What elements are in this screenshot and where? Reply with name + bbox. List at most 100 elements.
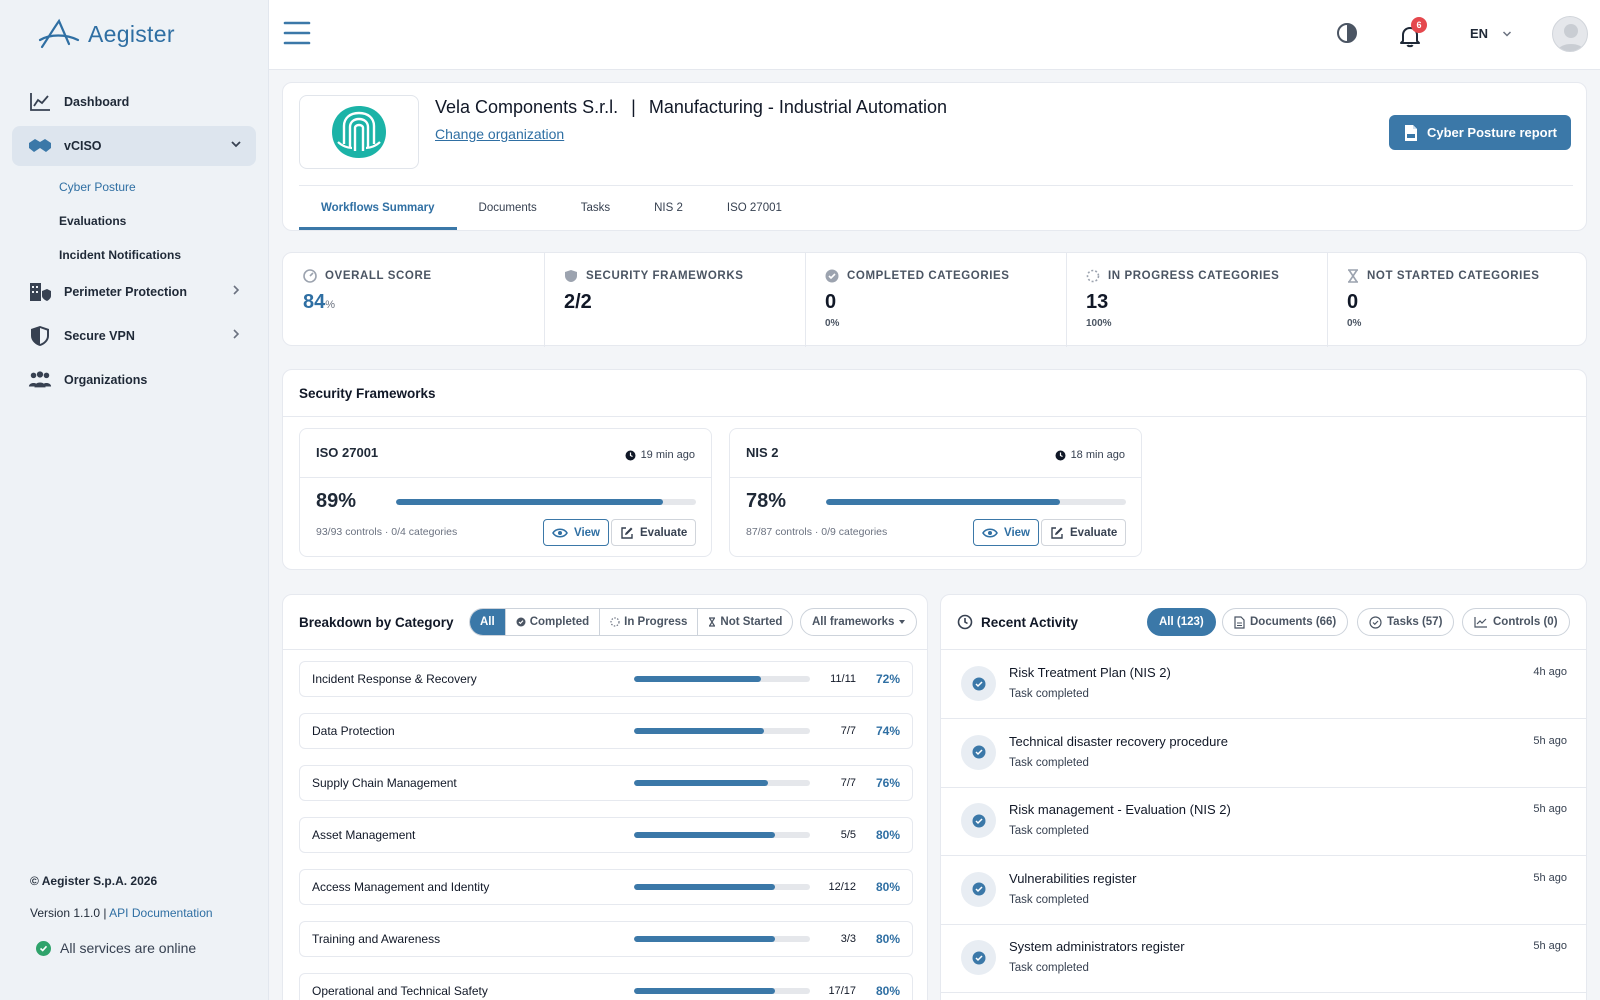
language-select[interactable]: EN — [1470, 26, 1512, 41]
shield-icon — [28, 324, 52, 348]
check-circle-icon — [1369, 615, 1382, 629]
sidebar-item-label: Perimeter Protection — [64, 285, 187, 299]
activity-item[interactable]: Vulnerabilities register Task completed 5h… — [941, 856, 1587, 925]
sidebar-item-vciso[interactable]: vCISO — [12, 126, 256, 166]
change-organization-link[interactable]: Change organization — [435, 126, 564, 142]
filter-label: Controls (0) — [1493, 616, 1558, 628]
filter-label: Completed — [529, 616, 590, 628]
chart-line-icon — [1474, 617, 1487, 628]
sidebar-item-secure-vpn[interactable]: Secure VPN — [12, 316, 256, 356]
category-row[interactable]: Asset Management 5/5 80% — [299, 817, 913, 853]
category-progress-bar — [634, 780, 810, 786]
category-row[interactable]: Access Management and Identity 12/12 80% — [299, 869, 913, 905]
edit-icon — [621, 526, 633, 539]
filter-all[interactable]: All — [470, 609, 506, 635]
organization-card: Vela Components S.r.l. | Manufacturing -… — [282, 82, 1587, 231]
sidebar-subitem-evaluations[interactable]: Evaluations — [59, 214, 126, 228]
sidebar-item-label: Organizations — [64, 373, 148, 387]
stat-subvalue: 0% — [825, 318, 840, 329]
view-button[interactable]: View — [543, 519, 609, 546]
filter-completed[interactable]: Completed — [506, 609, 601, 635]
activity-item[interactable]: Technical disaster recovery procedure Tas… — [941, 719, 1587, 788]
section-title: Recent Activity — [981, 614, 1079, 630]
activity-time: 5h ago — [1533, 803, 1567, 815]
activity-item[interactable]: Risk management - Evaluation (NIS 2) Task… — [941, 787, 1587, 856]
category-name: Supply Chain Management — [312, 776, 457, 790]
chevron-right-icon — [230, 328, 242, 340]
sidebar-item-perimeter-protection[interactable]: Perimeter Protection — [12, 272, 256, 312]
stat-value: 0 — [1347, 291, 1359, 313]
clock-icon — [625, 450, 636, 460]
spinner-icon — [1086, 269, 1100, 283]
api-documentation-link[interactable]: API Documentation — [109, 906, 212, 920]
building-shield-icon — [28, 280, 52, 304]
chart-line-icon — [28, 90, 52, 114]
contrast-icon — [1337, 23, 1357, 43]
category-count: 7/7 — [840, 777, 856, 789]
tab-tasks[interactable]: Tasks — [559, 186, 632, 230]
category-row[interactable]: Supply Chain Management 7/7 76% — [299, 765, 913, 801]
brand-logo[interactable]: Aegister — [38, 18, 175, 50]
category-row[interactable]: Data Protection 7/7 74% — [299, 713, 913, 749]
activity-filter-documents[interactable]: Documents (66) — [1222, 608, 1349, 636]
handshake-icon — [28, 134, 52, 158]
section-title: Security Frameworks — [299, 385, 436, 401]
stat-not-started-categories: NOT STARTED CATEGORIES 0 0% — [1327, 253, 1589, 347]
category-progress-bar — [634, 936, 810, 942]
task-completed-icon — [961, 871, 996, 907]
task-completed-icon — [961, 940, 996, 975]
category-row[interactable]: Incident Response & Recovery 11/11 72% — [299, 661, 913, 697]
category-name: Access Management and Identity — [312, 880, 490, 894]
divider — [283, 416, 1586, 417]
brand-name: Aegister — [88, 20, 175, 47]
aegister-logo-icon — [38, 18, 80, 49]
cyber-posture-report-button[interactable]: Cyber Posture report — [1389, 115, 1571, 150]
stat-value: 0 — [825, 291, 837, 313]
category-count: 3/3 — [840, 933, 856, 945]
activity-header: Recent Activity — [957, 595, 1078, 649]
avatar[interactable] — [1552, 16, 1588, 52]
tab-iso27001[interactable]: ISO 27001 — [705, 186, 804, 230]
framework-info: 87/87 controls · 0/9 categories — [746, 526, 888, 538]
framework-percent: 89% — [316, 490, 357, 512]
filter-not-started[interactable]: Not Started — [698, 609, 792, 635]
activity-time: 4h ago — [1533, 666, 1567, 678]
view-button[interactable]: View — [973, 519, 1039, 546]
hourglass-icon — [709, 617, 716, 627]
stat-label: SECURITY FRAMEWORKS — [586, 270, 744, 282]
category-row[interactable]: Operational and Technical Safety 17/17 80% — [299, 973, 913, 1000]
menu-toggle-button[interactable] — [283, 20, 311, 46]
category-name: Asset Management — [312, 828, 416, 842]
sidebar-subitem-cyber-posture[interactable]: Cyber Posture — [59, 180, 136, 194]
sidebar-subitem-incident-notifications[interactable]: Incident Notifications — [59, 248, 181, 262]
organization-name: Vela Components S.r.l. — [435, 97, 619, 117]
category-progress-bar — [634, 676, 810, 682]
activity-item[interactable]: System administrators register Task compl… — [941, 924, 1587, 993]
category-percent: 80% — [875, 932, 900, 946]
sidebar-item-organizations[interactable]: Organizations — [12, 360, 256, 400]
activity-time: 5h ago — [1533, 734, 1567, 747]
category-percent: 72% — [875, 672, 900, 686]
theme-toggle-button[interactable] — [1336, 22, 1358, 44]
activity-filter-controls[interactable]: Controls (0) — [1462, 608, 1570, 636]
evaluate-button[interactable]: Evaluate — [611, 519, 697, 546]
stat-completed-categories: COMPLETED CATEGORIES 0 0% — [805, 253, 1067, 347]
filter-in-progress[interactable]: In Progress — [600, 609, 699, 635]
category-percent: 80% — [875, 880, 900, 894]
stat-label: COMPLETED CATEGORIES — [847, 270, 1010, 282]
activity-time: 5h ago — [1533, 871, 1567, 884]
tab-documents[interactable]: Documents — [457, 186, 559, 230]
category-row[interactable]: Training and Awareness 3/3 80% — [299, 921, 913, 957]
progress-fill — [634, 832, 775, 838]
view-button-label: View — [574, 526, 600, 539]
tab-workflows-summary[interactable]: Workflows Summary — [299, 186, 457, 230]
category-name: Incident Response & Recovery — [312, 672, 477, 686]
sidebar-item-dashboard[interactable]: Dashboard — [12, 82, 256, 122]
framework-select[interactable]: All frameworks — [800, 608, 918, 636]
gauge-icon — [303, 269, 317, 283]
activity-filter-all[interactable]: All (123) — [1147, 608, 1216, 636]
activity-filter-tasks[interactable]: Tasks (57) — [1357, 608, 1455, 636]
evaluate-button[interactable]: Evaluate — [1041, 519, 1127, 546]
tab-nis2[interactable]: NIS 2 — [632, 186, 705, 230]
activity-item[interactable]: Risk Treatment Plan (NIS 2) Task complete… — [941, 650, 1587, 719]
